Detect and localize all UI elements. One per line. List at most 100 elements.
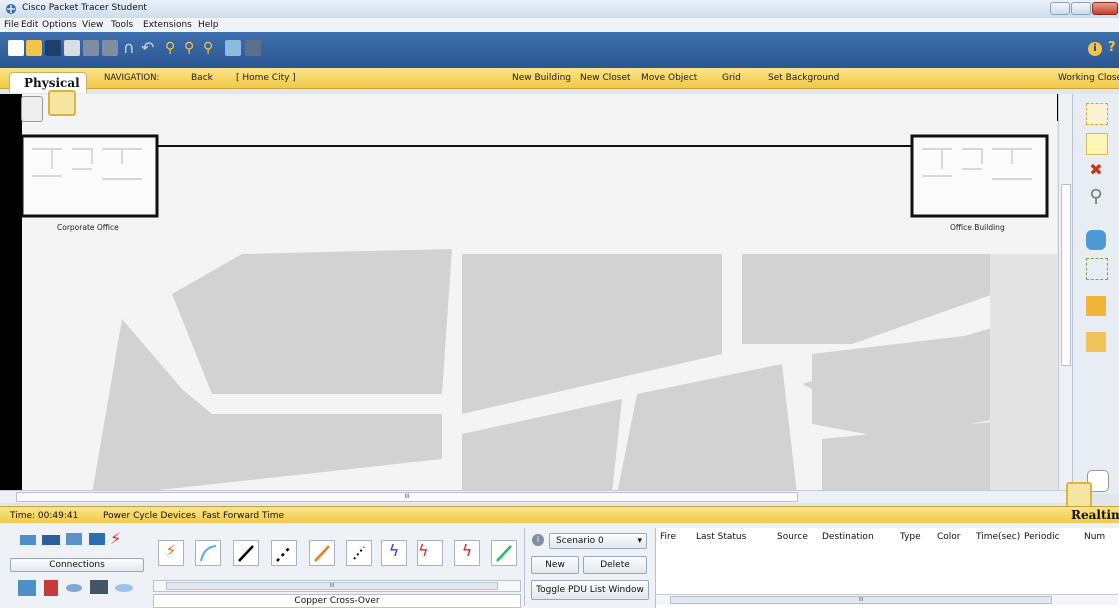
open-folder-icon[interactable] [26, 40, 42, 56]
wiring-closet-icon[interactable] [48, 90, 76, 116]
delete-icon[interactable]: ✖ [1086, 160, 1106, 180]
multiuser-category-icon[interactable] [115, 584, 133, 592]
routers-category-icon[interactable] [20, 535, 36, 545]
add-simple-pdu-icon[interactable] [1086, 296, 1106, 316]
new-scenario-button[interactable]: New [531, 556, 579, 574]
physical-workspace[interactable]: Corporate Office Office Building [22, 94, 1057, 494]
menu-tools[interactable]: Tools [111, 20, 133, 30]
packet-tracer-logo-icon [6, 4, 16, 14]
chevron-down-icon: ▾ [637, 536, 642, 546]
copper-straight-through-icon[interactable] [233, 540, 259, 566]
close-button[interactable] [1092, 2, 1118, 15]
cable-scrollbar[interactable]: III [153, 580, 521, 592]
new-closet-button[interactable]: New Closet [580, 73, 631, 83]
console-cable-icon[interactable] [195, 540, 221, 566]
horizontal-scroll-thumb[interactable]: III [16, 492, 798, 502]
print-icon[interactable] [64, 40, 80, 56]
resize-shape-icon[interactable] [1086, 258, 1108, 280]
draw-shape-icon[interactable] [1086, 230, 1106, 250]
octal-cable-icon[interactable] [491, 540, 517, 566]
window-title: Cisco Packet Tracer Student [22, 3, 147, 13]
realtime-clock-icon[interactable] [1066, 482, 1092, 508]
serial-dte-icon[interactable]: ϟ [454, 540, 480, 566]
add-complex-pdu-icon[interactable] [1086, 332, 1106, 352]
maximize-button[interactable] [1071, 2, 1091, 15]
realtime-mode-tab[interactable]: Realtime [1071, 508, 1119, 522]
help-icon[interactable]: ? [1108, 40, 1116, 55]
workspace-horizontal-scrollbar[interactable]: III [0, 490, 1071, 503]
column-header-periodic: Periodic [1024, 532, 1060, 542]
selected-device-label: Copper Cross-Over [153, 594, 521, 608]
activity-wizard-icon[interactable] [83, 40, 99, 56]
delete-scenario-button[interactable]: Delete [583, 556, 647, 574]
building-label-office-building: Office Building [950, 223, 1005, 232]
vertical-scroll-thumb[interactable] [1061, 184, 1071, 366]
inspect-icon[interactable]: ⚲ [1086, 186, 1106, 207]
back-button[interactable]: Back [191, 73, 213, 83]
pdu-table-scrollbar[interactable]: III [656, 594, 1118, 605]
device-category-label: Connections [10, 558, 144, 572]
working-closet-button[interactable]: Working Closet [1058, 73, 1119, 83]
info-icon[interactable]: i [1088, 42, 1102, 56]
automatic-connection-icon[interactable]: ⚡ [158, 540, 184, 566]
column-header-source: Source [777, 532, 808, 542]
move-object-button[interactable]: Move Object [641, 73, 697, 83]
fiber-cable-icon[interactable] [309, 540, 335, 566]
new-building-button[interactable]: New Building [512, 73, 571, 83]
drawing-palette-icon[interactable] [225, 40, 241, 56]
custom-devices-icon[interactable] [245, 40, 261, 56]
scenario-info-icon[interactable]: i [532, 534, 544, 546]
cable-scroll-thumb[interactable]: III [166, 582, 498, 590]
network-information-icon[interactable] [102, 40, 118, 56]
city-map [22, 94, 1057, 494]
wireless-category-icon[interactable] [89, 533, 105, 545]
zoom-out-icon[interactable]: ⚲ [203, 40, 219, 56]
menu-file[interactable]: File [4, 20, 19, 30]
workspace-vertical-scrollbar[interactable] [1058, 94, 1072, 494]
column-header-last-status: Last Status [696, 532, 747, 542]
select-icon[interactable] [1086, 103, 1108, 125]
navigation-label: NAVIGATION: [104, 73, 160, 83]
fast-forward-time-button[interactable]: Fast Forward Time [202, 511, 284, 521]
title-bar: Cisco Packet Tracer Student [0, 0, 1119, 19]
save-icon[interactable] [45, 40, 61, 56]
scenario-select[interactable]: Scenario 0 ▾ [549, 533, 647, 549]
column-header-time: Time(sec) [976, 532, 1021, 542]
security-category-icon[interactable] [44, 580, 58, 596]
new-file-icon[interactable] [8, 40, 24, 56]
wan-emulation-category-icon[interactable] [66, 584, 82, 592]
menu-options[interactable]: Options [42, 20, 77, 30]
menu-edit[interactable]: Edit [21, 20, 38, 30]
pdu-table-scroll-thumb[interactable]: III [670, 596, 1052, 604]
end-devices-category-icon[interactable] [18, 580, 36, 596]
phone-cable-icon[interactable] [346, 540, 372, 566]
column-header-fire: Fire [660, 532, 677, 542]
minimize-button[interactable] [1050, 2, 1070, 15]
place-note-icon[interactable] [1086, 133, 1108, 155]
zoom-reset-icon[interactable]: ⚲ [184, 40, 200, 56]
power-cycle-devices-button[interactable]: Power Cycle Devices [103, 511, 196, 521]
switches-category-icon[interactable] [42, 535, 60, 545]
serial-dce-icon[interactable]: ϟ [417, 540, 443, 566]
copy-icon[interactable]: ∩ [123, 40, 139, 56]
cluster-icon[interactable] [21, 96, 43, 122]
custom-made-category-icon[interactable] [90, 580, 108, 594]
column-header-destination: Destination [822, 532, 874, 542]
hubs-category-icon[interactable] [66, 533, 82, 545]
undo-icon[interactable]: ↶ [141, 40, 157, 56]
toggle-pdu-list-button[interactable]: Toggle PDU List Window [531, 580, 649, 600]
zoom-in-icon[interactable]: ⚲ [165, 40, 181, 56]
city-block [172, 249, 452, 394]
connections-category-icon[interactable]: ⚡ [110, 529, 121, 548]
menu-help[interactable]: Help [198, 20, 219, 30]
menu-view[interactable]: View [82, 20, 103, 30]
menu-extensions[interactable]: Extensions [143, 20, 192, 30]
tab-physical-label: Physical [24, 76, 80, 90]
column-header-type: Type [900, 532, 921, 542]
copper-cross-over-icon[interactable] [271, 540, 297, 566]
status-bar: Time: 00:49:41 Power Cycle Devices Fast … [0, 506, 1119, 524]
main-toolbar: ∩ ↶ ⚲ ⚲ ⚲ i ? [0, 32, 1119, 68]
grid-button[interactable]: Grid [722, 73, 741, 83]
coaxial-cable-icon[interactable]: ϟ [381, 540, 407, 566]
set-background-button[interactable]: Set Background [768, 73, 839, 83]
